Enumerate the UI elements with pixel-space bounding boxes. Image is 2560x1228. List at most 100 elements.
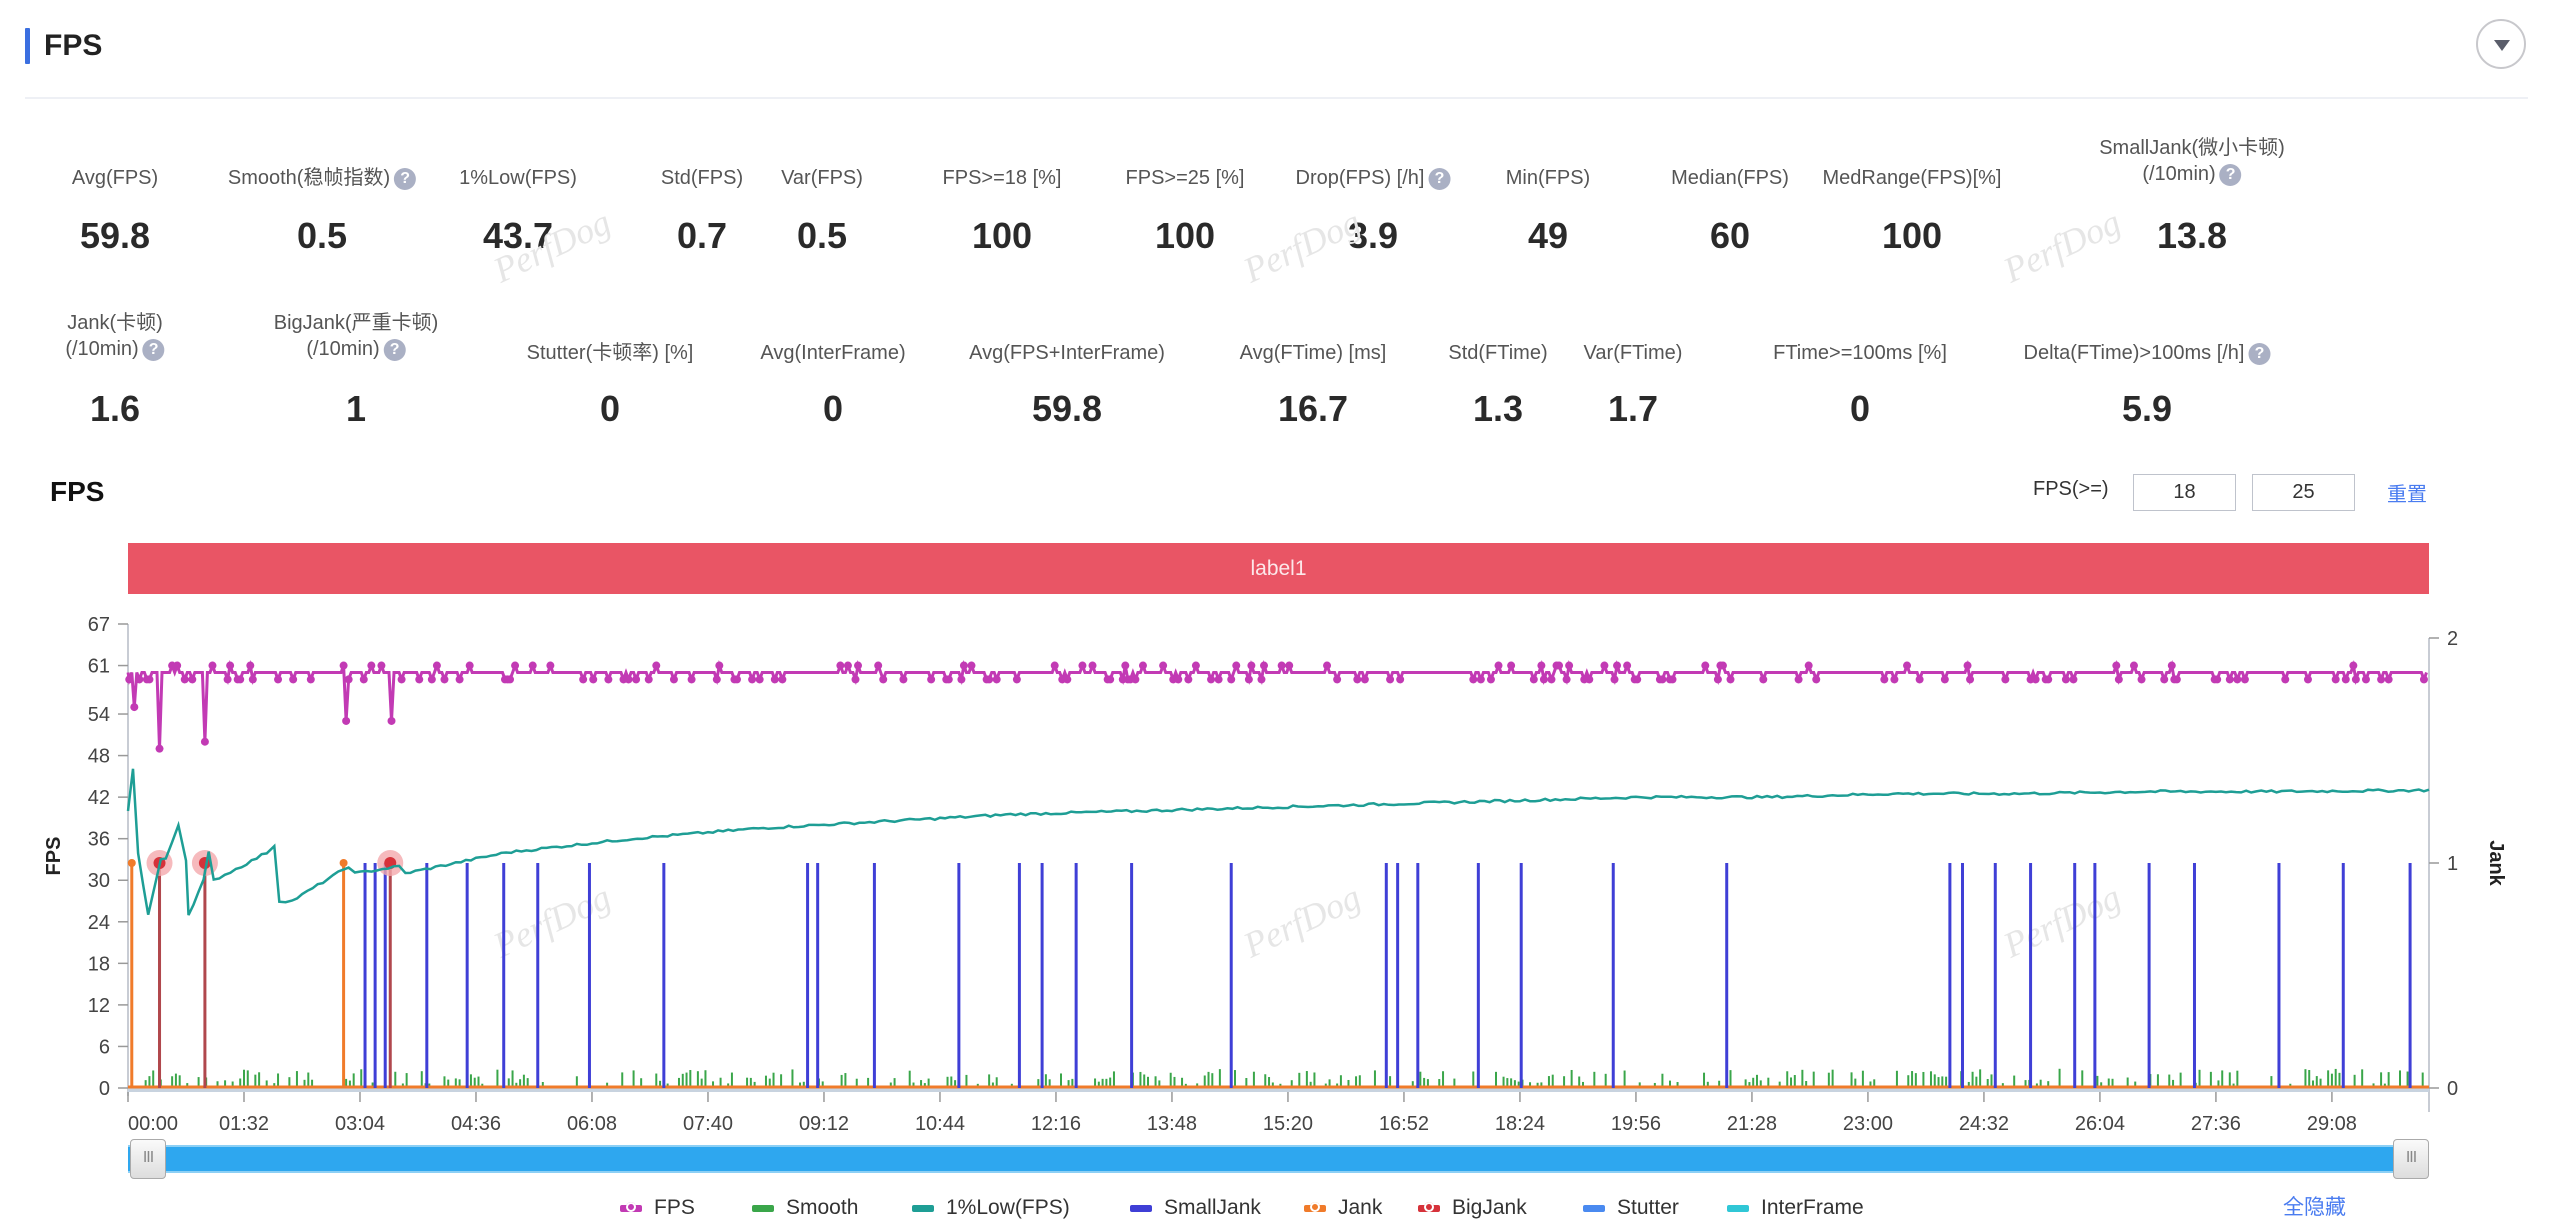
- help-icon[interactable]: ?: [1428, 167, 1451, 190]
- stat-label: SmallJank(微小卡顿): [2099, 137, 2285, 159]
- stat-stats-row2-4: Avg(FPS+InterFrame) 59.8: [969, 340, 1165, 429]
- stat-label: Avg(FTime) [ms]: [1239, 342, 1387, 364]
- x-tick-label: 27:36: [2191, 1113, 2241, 1135]
- x-tick-label: 16:52: [1379, 1113, 1429, 1135]
- stat-value: 43.7: [482, 215, 554, 256]
- stat-label-unit: (/10min): [306, 338, 380, 360]
- slider-handle-start[interactable]: III: [130, 1139, 166, 1179]
- x-tick-label: 18:24: [1495, 1113, 1545, 1135]
- help-icon[interactable]: ?: [394, 167, 417, 190]
- legend-swatch-icon: [1727, 1204, 1749, 1212]
- stat-label: FPS>=18 [%]: [942, 167, 1062, 189]
- stat-value: 5.9: [2121, 388, 2173, 429]
- x-tick-label: 09:12: [799, 1113, 849, 1135]
- stat-label: Avg(FPS+InterFrame): [969, 342, 1165, 364]
- stat-stats-row1-8: Min(FPS) 49: [1506, 165, 1590, 256]
- stat-label: Var(FPS): [781, 167, 863, 189]
- time-range-slider[interactable]: [128, 1145, 2429, 1173]
- x-tick-label: 19:56: [1611, 1113, 1661, 1135]
- fps-threshold-1-input[interactable]: [2133, 474, 2236, 511]
- stat-value: 3.9: [1347, 215, 1399, 256]
- stat-stats-row1-5: FPS>=18 [%] 100: [942, 165, 1062, 256]
- fps-threshold-2-input[interactable]: [2252, 474, 2355, 511]
- x-tick-label: 00:00: [128, 1113, 178, 1135]
- stat-stats-row1-10: MedRange(FPS)[%] 100: [1822, 165, 2002, 256]
- legend-item-smalljank[interactable]: SmallJank: [1130, 1194, 1261, 1222]
- help-icon[interactable]: ?: [2248, 342, 2271, 365]
- hide-all-button[interactable]: 全隐藏: [2283, 1194, 2346, 1222]
- legend-item-jank[interactable]: Jank: [1304, 1194, 1382, 1222]
- legend-label: BigJank: [1452, 1196, 1527, 1219]
- legend-item-bigjank[interactable]: BigJank: [1418, 1194, 1527, 1222]
- y-tick-label: 42: [88, 787, 110, 809]
- stat-stats-row1-7: Drop(FPS) [/h]? 3.9: [1295, 165, 1451, 256]
- stat-stats-row2-9: Delta(FTime)>100ms [/h]? 5.9: [2023, 340, 2271, 429]
- y-tick-label: 54: [88, 704, 110, 726]
- x-tick-label: 06:08: [567, 1113, 617, 1135]
- stat-value: 0.5: [296, 215, 348, 256]
- legend-item-fps[interactable]: FPS: [620, 1194, 695, 1222]
- legend-label: 1%Low(FPS): [946, 1196, 1070, 1219]
- legend-label: InterFrame: [1761, 1196, 1864, 1219]
- stat-stats-row1-9: Median(FPS) 60: [1671, 165, 1789, 256]
- fps-line: [126, 659, 2428, 749]
- stat-stats-row2-1: BigJank(严重卡顿) (/10min)? 1: [273, 310, 439, 429]
- stat-label: BigJank(严重卡顿): [273, 312, 439, 334]
- stat-label: Var(FTime): [1583, 342, 1683, 364]
- y-tick-label: 0: [99, 1078, 110, 1100]
- fps-threshold-label: FPS(>=): [2033, 478, 2109, 500]
- y-tick-label: 48: [88, 746, 110, 768]
- stat-value: 1.7: [1607, 388, 1659, 429]
- section-title: FPS: [44, 29, 103, 62]
- legend-label: SmallJank: [1164, 1196, 1261, 1219]
- stat-stats-row2-3: Avg(InterFrame) 0: [760, 340, 905, 429]
- legend-label: FPS: [654, 1196, 695, 1219]
- stat-stats-row2-5: Avg(FTime) [ms] 16.7: [1239, 340, 1387, 429]
- help-icon[interactable]: ?: [383, 338, 406, 361]
- stat-label: Median(FPS): [1671, 167, 1789, 189]
- legend-item-stutter[interactable]: Stutter: [1583, 1194, 1679, 1222]
- stat-label: Smooth(稳帧指数): [227, 167, 391, 189]
- stat-value: 0: [822, 388, 844, 429]
- stat-label: Drop(FPS) [/h]: [1295, 167, 1425, 189]
- stat-label: MedRange(FPS)[%]: [1822, 167, 2002, 189]
- x-tick-label: 26:04: [2075, 1113, 2125, 1135]
- stat-stats-row1-11: SmallJank(微小卡顿) (/10min)? 13.8: [2099, 135, 2285, 256]
- legend-label: Smooth: [786, 1196, 859, 1219]
- y-tick-label: 18: [88, 953, 110, 975]
- stat-value: 100: [971, 215, 1033, 256]
- x-tick-label: 15:20: [1263, 1113, 1313, 1135]
- stat-value: 49: [1527, 215, 1569, 256]
- stat-label: Delta(FTime)>100ms [/h]: [2023, 342, 2245, 364]
- legend-item-interframe[interactable]: InterFrame: [1727, 1194, 1864, 1222]
- stat-value: 59.8: [1031, 388, 1103, 429]
- y-tick-label: 12: [88, 995, 110, 1017]
- stat-stats-row2-6: Std(FTime) 1.3: [1448, 340, 1547, 429]
- stat-value: 0: [1849, 388, 1871, 429]
- y-tick-label: 36: [88, 829, 110, 851]
- collapse-button[interactable]: [2476, 19, 2526, 69]
- legend-item-1-low-fps-[interactable]: 1%Low(FPS): [912, 1194, 1070, 1222]
- legend-swatch-icon: [1130, 1204, 1152, 1212]
- stat-value: 1: [345, 388, 367, 429]
- y2-tick-label: 2: [2447, 628, 2458, 650]
- slider-handle-end[interactable]: III: [2393, 1139, 2429, 1179]
- legend-item-smooth[interactable]: Smooth: [752, 1194, 858, 1222]
- help-icon[interactable]: ?: [2219, 163, 2242, 186]
- x-tick-label: 13:48: [1147, 1113, 1197, 1135]
- stat-stats-row1-6: FPS>=25 [%] 100: [1126, 165, 1245, 256]
- help-icon[interactable]: ?: [142, 338, 165, 361]
- fps-chart[interactable]: 061218243036424854616701200:00 01:32 03:04…: [0, 600, 2560, 1140]
- triangle-down-icon: [2494, 40, 2510, 51]
- stat-stats-row2-0: Jank(卡顿) (/10min)? 1.6: [65, 310, 165, 429]
- watermark: PerfDog: [1997, 201, 2127, 291]
- stat-stats-row1-0: Avg(FPS) 59.8: [72, 165, 158, 256]
- label-bar[interactable]: label1: [128, 543, 2429, 594]
- stat-value: 59.8: [79, 215, 151, 256]
- legend-swatch-icon: [912, 1204, 934, 1212]
- stat-label: Jank(卡顿): [67, 312, 163, 334]
- stat-label-unit: (/10min): [2142, 163, 2216, 185]
- reset-button[interactable]: 重置: [2387, 478, 2427, 507]
- legend-swatch-icon: [1583, 1204, 1605, 1212]
- x-tick-label: 29:08: [2307, 1113, 2357, 1135]
